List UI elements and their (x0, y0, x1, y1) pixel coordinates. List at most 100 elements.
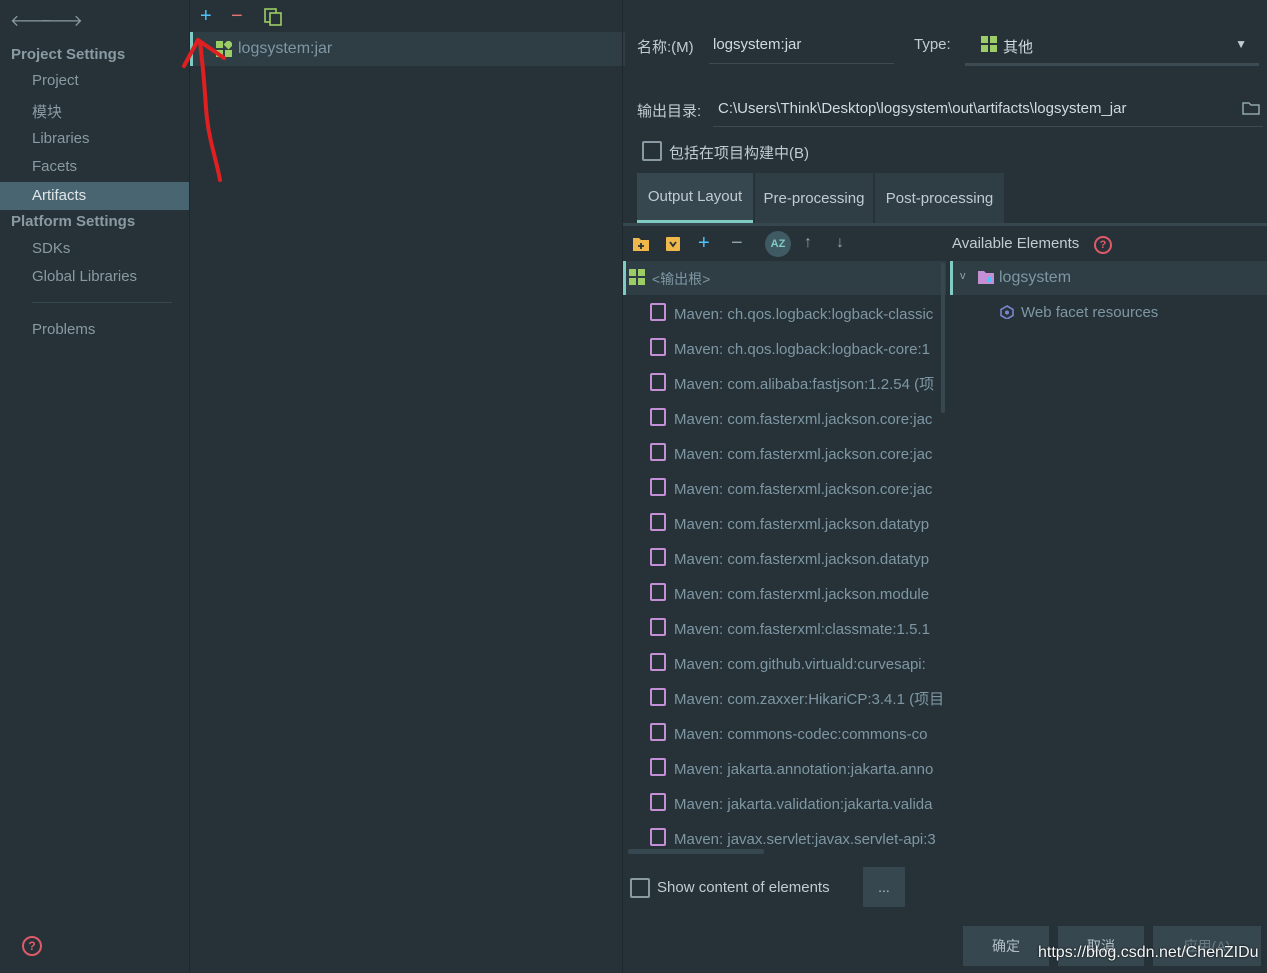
layout-entry-label: Maven: jakarta.annotation:jakarta.anno (674, 761, 934, 778)
library-jar-icon (650, 443, 666, 461)
layout-entry-label: Maven: com.fasterxml.jackson.datatyp (674, 551, 930, 568)
tab-output-layout[interactable]: Output Layout (637, 173, 753, 223)
create-directory-icon[interactable] (632, 236, 650, 252)
output-dir-value: C:\Users\Think\Desktop\logsystem\out\art… (718, 100, 1127, 117)
sidebar-item-global-libraries[interactable]: Global Libraries (32, 268, 137, 285)
create-archive-icon[interactable] (665, 236, 681, 252)
layout-entry-label: Maven: ch.qos.logback:logback-core:1 (674, 341, 930, 358)
output-root-label: <输出根> (652, 271, 711, 287)
library-jar-icon (650, 618, 666, 636)
mid-border (622, 0, 623, 973)
layout-entry[interactable]: Maven: com.zaxxer:HikariCP:3.4.1 (项目 (650, 688, 950, 710)
available-module-row[interactable] (950, 261, 1267, 295)
layout-horizontal-scrollbar[interactable] (628, 849, 764, 854)
layout-entry-label: Maven: com.fasterxml.jackson.core:jac (674, 481, 933, 498)
layout-entry[interactable]: Maven: com.fasterxml.jackson.module (650, 583, 950, 605)
sidebar-item-facets[interactable]: Facets (32, 158, 77, 175)
layout-entry[interactable]: Maven: commons-codec:commons-co (650, 723, 950, 745)
web-facet-label[interactable]: Web facet resources (1021, 304, 1158, 321)
library-jar-icon (650, 513, 666, 531)
move-down-icon[interactable]: ↓ (836, 234, 844, 252)
layout-entry-label: Maven: commons-codec:commons-co (674, 726, 928, 743)
layout-entry-label: Maven: com.zaxxer:HikariCP:3.4.1 (项目 (674, 691, 945, 708)
tab-pre-processing[interactable]: Pre-processing (755, 173, 873, 223)
type-select[interactable]: 其他 ▼ (965, 27, 1259, 66)
layout-entry-label: Maven: com.fasterxml.jackson.core:jac (674, 446, 933, 463)
layout-entry[interactable]: Maven: com.fasterxml.jackson.core:jac (650, 408, 950, 430)
library-jar-icon (650, 548, 666, 566)
copy-icon[interactable] (264, 8, 282, 26)
library-jar-icon (650, 723, 666, 741)
show-content-checkbox[interactable] (630, 878, 650, 898)
layout-vertical-scrollbar[interactable] (941, 263, 945, 413)
sidebar-item-libraries[interactable]: Libraries (32, 130, 90, 147)
show-content-label: Show content of elements (657, 879, 830, 896)
sidebar-item-modules[interactable]: 模块 (32, 101, 62, 122)
layout-entry[interactable]: Maven: jakarta.annotation:jakarta.anno (650, 758, 950, 780)
sidebar-divider (32, 302, 172, 303)
output-root-icon (629, 269, 645, 285)
sidebar-item-sdks[interactable]: SDKs (32, 240, 70, 257)
remove-artifact-button[interactable]: − (231, 5, 243, 28)
library-jar-icon (650, 688, 666, 706)
chevron-down-icon[interactable]: v (960, 270, 966, 282)
watermark-text: https://blog.csdn.net/ChenZIDu (1038, 944, 1259, 961)
layout-entry-label: Maven: com.fasterxml:classmate:1.5.1 (674, 621, 930, 638)
folder-browse-icon[interactable] (1242, 101, 1260, 115)
ok-button[interactable]: 确定 (963, 926, 1049, 966)
platform-settings-header: Platform Settings (11, 213, 136, 230)
sidebar-item-project[interactable]: Project (32, 72, 79, 89)
artifact-name: logsystem:jar (238, 40, 333, 57)
layout-entry-label: Maven: ch.qos.logback:logback-classic (674, 306, 934, 323)
tabs-underline (623, 223, 1267, 226)
library-jar-icon (650, 828, 666, 846)
annotation-arrow (182, 38, 226, 182)
available-help-icon[interactable]: ? (1094, 236, 1112, 254)
output-dir-input[interactable]: C:\Users\Think\Desktop\logsystem\out\art… (713, 93, 1263, 127)
include-in-build-checkbox[interactable] (642, 141, 662, 161)
name-input-value: logsystem:jar (713, 36, 802, 53)
add-element-button[interactable]: + (698, 232, 710, 255)
help-icon[interactable]: ? (22, 936, 42, 956)
layout-entry-label: Maven: com.github.virtuald:curvesapi: (674, 656, 926, 673)
layout-entry[interactable]: Maven: com.fasterxml:classmate:1.5.1 (650, 618, 950, 640)
web-facet-icon (1000, 305, 1014, 320)
move-up-icon[interactable]: ↑ (804, 234, 812, 252)
sidebar-item-problems[interactable]: Problems (32, 321, 95, 338)
layout-entry-label: Maven: com.fasterxml.jackson.core:jac (674, 411, 933, 428)
show-content-options-button[interactable]: ... (863, 867, 905, 907)
layout-entry-label: Maven: jakarta.validation:jakarta.valida (674, 796, 933, 813)
tab-post-processing[interactable]: Post-processing (875, 173, 1004, 223)
layout-entry[interactable]: Maven: com.fasterxml.jackson.datatyp (650, 513, 950, 535)
module-folder-icon (977, 270, 995, 285)
add-artifact-button[interactable]: + (200, 5, 212, 28)
remove-element-button[interactable]: − (731, 232, 743, 255)
type-label: Type: (914, 36, 951, 53)
forward-arrow-icon[interactable]: 🡒 (40, 10, 83, 31)
name-input[interactable]: logsystem:jar (709, 30, 894, 64)
layout-entry[interactable]: Maven: com.fasterxml.jackson.datatyp (650, 548, 950, 570)
chevron-down-icon: ▼ (1235, 37, 1247, 51)
sidebar-selection (0, 182, 189, 210)
library-jar-icon (650, 338, 666, 356)
library-jar-icon (650, 373, 666, 391)
layout-entry[interactable]: Maven: com.fasterxml.jackson.core:jac (650, 443, 950, 465)
project-settings-header: Project Settings (11, 46, 126, 63)
layout-entry-label: Maven: com.fasterxml.jackson.module (674, 586, 930, 603)
layout-entry[interactable]: Maven: javax.servlet:javax.servlet-api:3 (650, 828, 950, 850)
layout-entry[interactable]: Maven: com.alibaba:fastjson:1.2.54 (项 (650, 373, 950, 395)
available-elements-header: Available Elements (952, 235, 1080, 252)
layout-entry[interactable]: Maven: ch.qos.logback:logback-classic (650, 303, 950, 325)
sort-az-icon[interactable]: AZ (765, 231, 791, 257)
layout-entry[interactable]: Maven: ch.qos.logback:logback-core:1 (650, 338, 950, 360)
library-jar-icon (650, 793, 666, 811)
sidebar-item-artifacts[interactable]: Artifacts (32, 187, 86, 204)
name-label: 名称:(M) (637, 39, 694, 56)
sidebar (0, 0, 189, 973)
layout-entry[interactable]: Maven: jakarta.validation:jakarta.valida (650, 793, 950, 815)
layout-entry-label: Maven: com.alibaba:fastjson:1.2.54 (项 (674, 376, 935, 393)
library-jar-icon (650, 758, 666, 776)
layout-entry[interactable]: Maven: com.fasterxml.jackson.core:jac (650, 478, 950, 500)
layout-entry[interactable]: Maven: com.github.virtuald:curvesapi: (650, 653, 950, 675)
type-select-value: 其他 (1003, 39, 1034, 56)
